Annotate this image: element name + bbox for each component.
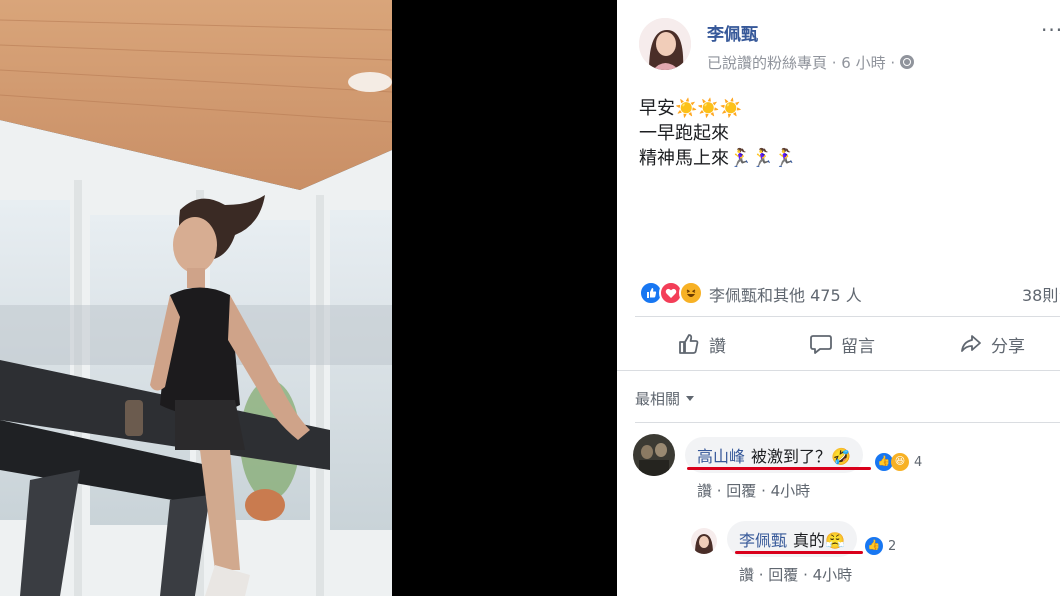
comment-sort-dropdown[interactable]: 最相關 — [635, 388, 695, 409]
reply-text: 真的😤 — [793, 531, 845, 550]
photo-viewer[interactable] — [0, 0, 617, 596]
commenter-avatar[interactable] — [633, 434, 675, 476]
comment-button[interactable]: 留言 — [809, 330, 875, 358]
haha-reaction-icon — [679, 281, 703, 305]
author-name[interactable]: 李佩甄 — [707, 20, 758, 45]
post-photo[interactable] — [0, 0, 392, 596]
annotation-underline — [735, 551, 863, 554]
author-avatar[interactable] — [639, 18, 691, 70]
comment-label: 留言 — [841, 336, 875, 357]
reaction-icons[interactable] — [639, 281, 703, 305]
thumbs-up-icon — [679, 334, 699, 354]
post-line-3: 精神馬上來🏃‍♀️🏃‍♀️🏃‍♀️ — [639, 148, 797, 169]
post-line-2: 一早跑起來 — [639, 123, 729, 144]
comment-reactions[interactable]: 👍 😆 4 — [875, 451, 922, 473]
speech-bubble-icon — [810, 335, 832, 354]
post-body: 早安☀️☀️☀️ 一早跑起來 精神馬上來🏃‍♀️🏃‍♀️🏃‍♀️ — [639, 96, 796, 171]
reactions-bar: 李佩甄和其他 475 人 38則留言 — [639, 280, 1060, 306]
reply-author-name[interactable]: 李佩甄 — [739, 527, 787, 551]
comment-reaction-count: 4 — [914, 454, 923, 470]
post-meta-text[interactable]: 已說讚的粉絲專頁 · 6 小時 · — [707, 54, 895, 72]
divider — [635, 422, 1060, 423]
caret-down-icon — [686, 396, 695, 401]
commenter-name[interactable]: 高山峰 — [697, 443, 745, 467]
reactions-summary[interactable]: 李佩甄和其他 475 人 — [709, 282, 862, 306]
comment-text: 被激到了？🤣 — [751, 447, 851, 466]
reply-actions[interactable]: 讚 · 回覆 · 4小時 — [739, 564, 852, 585]
like-button[interactable]: 讚 — [677, 330, 726, 358]
like-reaction-icon: 👍 — [865, 537, 883, 555]
post-actions: 讚 留言 分享 — [617, 320, 1060, 366]
like-label: 讚 — [709, 336, 726, 357]
post-meta: 已說讚的粉絲專頁 · 6 小時 · — [707, 52, 914, 73]
more-options-icon[interactable]: ··· — [1041, 18, 1060, 42]
globe-icon — [899, 55, 914, 69]
comments-count[interactable]: 38則留言 — [1022, 282, 1060, 306]
sort-label: 最相關 — [635, 390, 681, 408]
treadmill-photo — [0, 0, 392, 596]
reply-reactions[interactable]: 👍 2 — [865, 535, 896, 557]
share-button[interactable]: 分享 — [959, 330, 1025, 358]
annotation-underline — [687, 467, 871, 470]
post-line-1: 早安☀️☀️☀️ — [639, 98, 743, 119]
share-label: 分享 — [991, 336, 1025, 357]
haha-reaction-icon: 😆 — [891, 453, 909, 471]
post-panel: 李佩甄 已說讚的粉絲專頁 · 6 小時 · ··· 早安☀️☀️☀️ 一早跑起來… — [617, 0, 1060, 596]
divider — [635, 316, 1060, 317]
share-arrow-icon — [961, 335, 981, 352]
comment-actions[interactable]: 讚 · 回覆 · 4小時 — [697, 480, 810, 501]
reply-author-avatar[interactable] — [691, 528, 717, 554]
reply-reaction-count: 2 — [888, 538, 897, 554]
divider — [617, 370, 1060, 371]
